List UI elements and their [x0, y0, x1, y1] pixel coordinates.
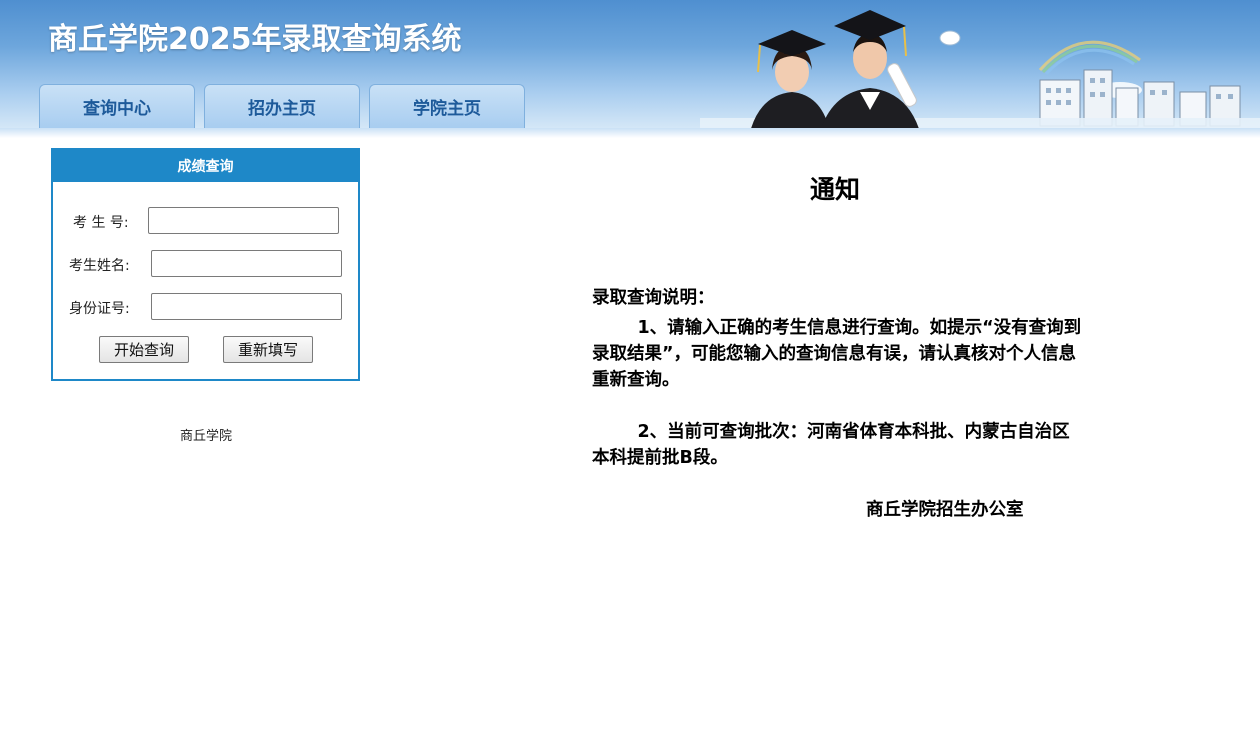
notice-paragraph-1: 1、请输入正确的考生信息进行查询。如提示“没有查询到录取结果”，可能您输入的查询… — [592, 318, 1082, 390]
notice-signature: 商丘学院招生办公室 — [866, 500, 1024, 520]
student-name-input[interactable] — [151, 250, 342, 277]
student-name-label: 考生姓名: — [69, 258, 130, 274]
start-query-button[interactable]: 开始查询 — [99, 336, 189, 363]
reset-form-button[interactable]: 重新填写 — [223, 336, 313, 363]
site-header: 商丘学院2025年录取查询系统 查询中心 招办主页 学院主页 — [0, 0, 1260, 132]
id-number-label: 身份证号: — [69, 301, 130, 317]
form-row-id-number: 身份证号: — [53, 293, 358, 321]
site-title: 商丘学院2025年录取查询系统 — [48, 22, 462, 57]
id-number-input[interactable] — [151, 293, 342, 320]
tab-college-home[interactable]: 学院主页 — [369, 84, 525, 128]
header-divider — [0, 128, 1260, 138]
panel-title: 成绩查询 — [53, 150, 358, 182]
form-row-name: 考生姓名: — [53, 250, 358, 278]
form-row-exam-number: 考 生 号: — [53, 207, 358, 235]
notice-body: 录取查询说明： 1、请输入正确的考生信息进行查询。如提示“没有查询到录取结果”，… — [592, 285, 1082, 471]
tab-query-center[interactable]: 查询中心 — [39, 84, 195, 128]
tab-admissions-home[interactable]: 招办主页 — [204, 84, 360, 128]
notice-paragraph-2: 2、当前可查询批次：河南省体育本科批、内蒙古自治区本科提前批B段。 — [592, 422, 1070, 468]
score-query-panel: 成绩查询 考 生 号: 考生姓名: 身份证号: 开始查询 重新填写 — [51, 148, 360, 381]
notice-heading: 录取查询说明： — [592, 288, 715, 308]
graduates-banner-image — [700, 10, 1260, 132]
exam-number-input[interactable] — [148, 207, 339, 234]
notice-title: 通知 — [809, 175, 860, 204]
college-name-footer: 商丘学院 — [180, 429, 233, 444]
exam-number-label: 考 生 号: — [73, 215, 129, 231]
